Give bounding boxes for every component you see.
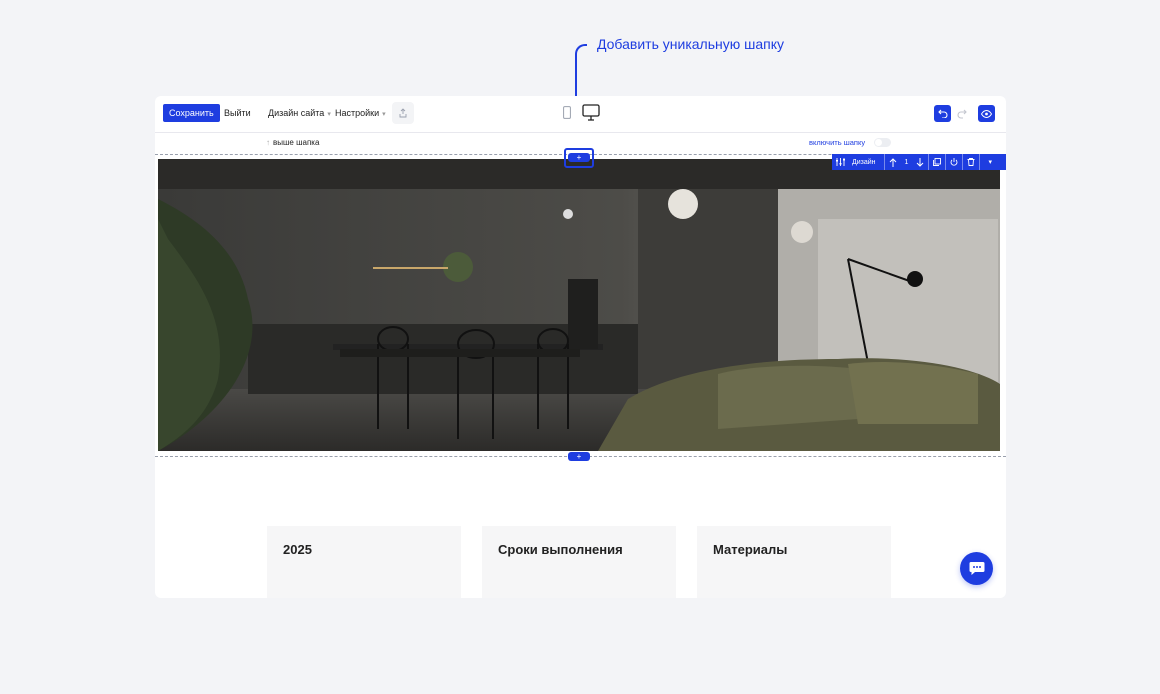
position-number: 1	[904, 158, 909, 166]
sliders-icon	[836, 158, 845, 166]
enable-header-toggle[interactable]	[874, 138, 891, 147]
card: Сроки выполнения	[482, 526, 676, 598]
card: Материалы	[697, 526, 891, 598]
power-icon	[950, 158, 958, 166]
card-title: Материалы	[713, 542, 788, 557]
chevron-down-icon: ▾	[327, 111, 331, 118]
callout-text: Добавить уникальную шапку	[597, 36, 784, 52]
arrow-up-icon	[889, 157, 896, 167]
move-down-button[interactable]	[912, 154, 928, 170]
editor-toolbar: Сохранить Выйти Дизайн сайта ▾ Настройки ▾	[155, 96, 1006, 132]
chat-bubble-icon[interactable]	[960, 552, 993, 585]
chevron-down-icon: ▾	[382, 111, 386, 118]
redo-icon[interactable]	[956, 106, 968, 125]
arrow-down-icon	[917, 157, 924, 167]
design-menu-label: Дизайн сайта	[268, 108, 325, 118]
add-header-button[interactable]: +	[568, 153, 590, 162]
settings-menu-label: Настройки	[335, 108, 380, 118]
hero-image	[158, 159, 1000, 451]
save-button[interactable]: Сохранить	[163, 104, 220, 122]
section-edit-toolbar: Дизайн 1 ▾	[832, 154, 1006, 170]
editor-frame: Сохранить Выйти Дизайн сайта ▾ Настройки ▾	[155, 96, 1006, 598]
copy-button[interactable]	[928, 154, 945, 170]
design-menu[interactable]: Дизайн сайта ▾	[268, 108, 331, 118]
above-header-link[interactable]: ↑ выше шапка	[266, 138, 319, 147]
add-block-button[interactable]: +	[568, 452, 590, 461]
settings-menu[interactable]: Настройки ▾	[335, 108, 386, 118]
upload-icon[interactable]	[392, 102, 414, 124]
eye-icon[interactable]	[978, 105, 995, 122]
card-title: 2025	[283, 542, 312, 557]
desktop-monitor-icon[interactable]	[582, 104, 600, 126]
more-options-button[interactable]: ▾	[979, 154, 1000, 170]
undo-icon[interactable]	[934, 105, 951, 122]
hide-button[interactable]	[945, 154, 962, 170]
design-button[interactable]: Дизайн	[832, 154, 884, 170]
chevron-down-icon: ▾	[988, 159, 992, 166]
card-title: Сроки выполнения	[498, 542, 623, 557]
trash-icon	[967, 158, 975, 166]
delete-button[interactable]	[962, 154, 979, 170]
card: 2025	[267, 526, 461, 598]
exit-button[interactable]: Выйти	[224, 108, 251, 118]
copy-icon	[933, 158, 942, 166]
design-button-label: Дизайн	[852, 158, 876, 166]
arrow-up-icon: ↑	[266, 138, 270, 147]
move-up-button[interactable]	[883, 154, 901, 170]
mobile-device-icon[interactable]	[563, 106, 571, 124]
above-header-label: выше шапка	[273, 138, 320, 147]
enable-header-label: включить шапку	[809, 138, 866, 147]
